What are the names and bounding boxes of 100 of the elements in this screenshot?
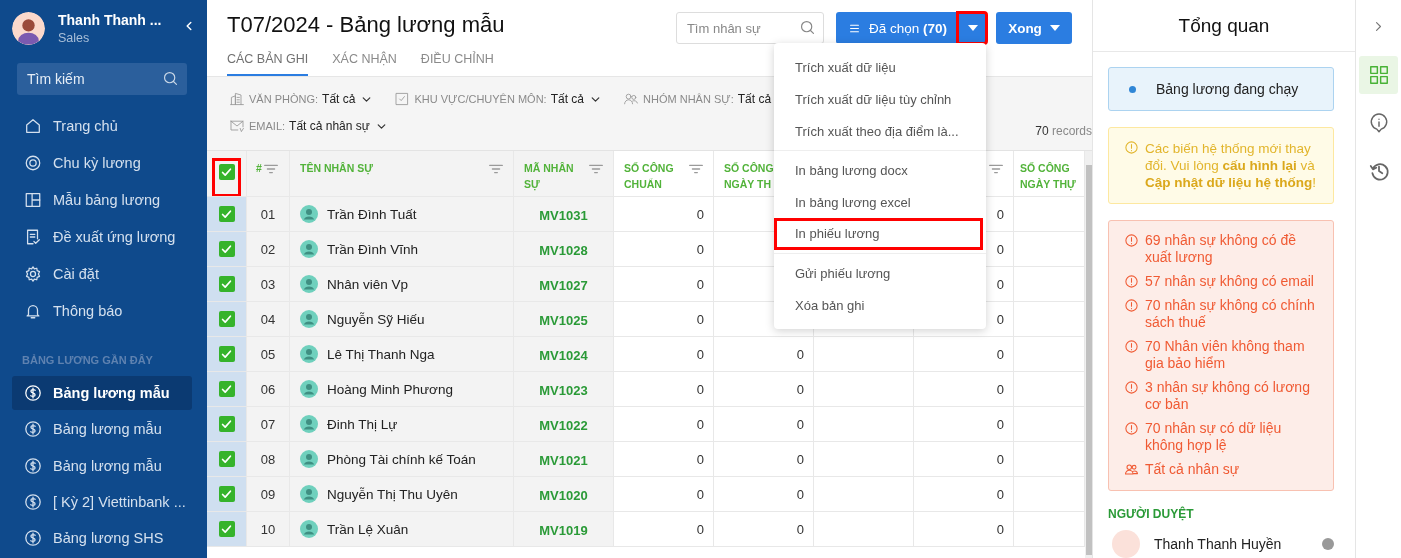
tab[interactable]: ĐIỀU CHỈNH bbox=[420, 48, 494, 76]
table-cell: 0 bbox=[996, 311, 1004, 327]
row-number: 06 bbox=[260, 381, 276, 397]
row-checkbox[interactable] bbox=[218, 486, 235, 502]
table-cell: 0 bbox=[996, 346, 1004, 362]
recent-payroll-item[interactable]: Bảng lương mẫu bbox=[12, 412, 192, 446]
employee-name: Trần Đình Vĩnh bbox=[327, 241, 419, 257]
row-checkbox[interactable] bbox=[218, 311, 235, 327]
dropdown-toggle-button[interactable] bbox=[957, 12, 987, 44]
check-icon bbox=[220, 165, 233, 179]
select-all-checkbox[interactable] bbox=[218, 164, 235, 180]
table-cell: 0 bbox=[996, 416, 1004, 432]
issue-text: 70 nhân sự không có chính sách thuế bbox=[1145, 297, 1316, 331]
dollar-icon bbox=[24, 492, 42, 511]
recent-payroll-item[interactable]: [ Kỳ 2] Viettinbank ... bbox=[12, 485, 192, 519]
check-icon bbox=[220, 382, 233, 396]
dollar-icon bbox=[24, 420, 42, 439]
nav-item[interactable]: Chu kỳ lương bbox=[0, 144, 207, 182]
menu-item[interactable]: Trích xuất dữ liệu bbox=[774, 51, 984, 83]
employee-search-field[interactable]: Tìm nhân sự bbox=[675, 12, 824, 44]
table-cell: 0 bbox=[696, 241, 704, 257]
nav-item[interactable]: Thông báo bbox=[0, 292, 207, 330]
table-cell: 0 bbox=[996, 451, 1004, 467]
row-number: 02 bbox=[260, 241, 276, 257]
employee-code: MV1031 bbox=[539, 208, 588, 223]
search-icon bbox=[798, 19, 816, 36]
nav-item[interactable]: Cài đặt bbox=[0, 255, 207, 293]
caret-icon bbox=[1049, 25, 1060, 31]
check-icon bbox=[220, 417, 233, 431]
row-checkbox[interactable] bbox=[218, 346, 235, 362]
menu-item[interactable]: Xóa bản ghi bbox=[774, 289, 984, 321]
row-number: 04 bbox=[260, 311, 276, 327]
menu-item[interactable]: In bảng lương excel bbox=[774, 186, 984, 218]
recent-payroll-item[interactable]: Bảng lương SHS bbox=[12, 521, 192, 555]
tab[interactable]: XÁC NHẬN bbox=[332, 48, 397, 76]
filter-dropdown[interactable]: NHÓM NHÂN SỰ: Tất cả bbox=[623, 87, 774, 111]
menu-item[interactable]: Gửi phiếu lương bbox=[774, 257, 984, 289]
status-dot bbox=[1322, 538, 1334, 550]
alert-icon bbox=[1124, 421, 1139, 436]
table-cell: 0 bbox=[696, 206, 704, 222]
filter-dropdown[interactable]: VĂN PHÒNG: Tất cả bbox=[229, 87, 373, 111]
row-number: 10 bbox=[260, 521, 276, 537]
alert-icon bbox=[1124, 298, 1139, 313]
side-tab[interactable] bbox=[1359, 56, 1398, 94]
nav-item[interactable]: Trang chủ bbox=[0, 107, 207, 145]
person-avatar-icon bbox=[300, 310, 318, 328]
target-icon bbox=[24, 153, 42, 172]
issue-text: Tất cả nhân sự bbox=[1145, 461, 1240, 478]
table-cell: 0 bbox=[796, 416, 804, 432]
filter-dropdown[interactable]: EMAIL: Tất cả nhân sự bbox=[229, 114, 387, 138]
table-cell: 0 bbox=[996, 241, 1004, 257]
row-checkbox[interactable] bbox=[218, 416, 235, 432]
check-icon bbox=[220, 452, 233, 466]
alert-icon bbox=[1124, 233, 1139, 248]
menu-item[interactable]: In phiếu lương bbox=[774, 218, 983, 250]
check-icon bbox=[220, 347, 233, 361]
people-icon bbox=[1124, 462, 1139, 477]
done-button[interactable]: Xong bbox=[996, 12, 1072, 44]
row-checkbox[interactable] bbox=[218, 381, 235, 397]
sidebar-search-field[interactable]: Tìm kiếm bbox=[17, 63, 187, 96]
table-cell: 0 bbox=[696, 486, 704, 502]
filter-dropdown[interactable]: KHU VỰC/CHUYÊN MÔN: Tất cả bbox=[394, 87, 602, 111]
table-cell: 0 bbox=[696, 521, 704, 537]
row-checkbox[interactable] bbox=[218, 206, 235, 222]
user-role: Sales bbox=[58, 31, 91, 46]
row-checkbox[interactable] bbox=[218, 521, 235, 537]
menu-item[interactable]: Trích xuất dữ liệu tùy chỉnh bbox=[774, 83, 984, 115]
grid-icon bbox=[1367, 64, 1390, 86]
row-number: 09 bbox=[260, 486, 276, 502]
nav-item[interactable]: Mẫu bảng lương bbox=[0, 181, 207, 219]
column-header: # bbox=[256, 161, 262, 176]
row-checkbox[interactable] bbox=[218, 241, 235, 257]
person-avatar-icon bbox=[300, 345, 318, 363]
table-cell: 0 bbox=[996, 486, 1004, 502]
row-number: 07 bbox=[260, 416, 276, 432]
recent-payroll-item[interactable]: Bảng lương mẫu bbox=[12, 449, 192, 483]
row-checkbox[interactable] bbox=[218, 276, 235, 292]
panel-title: Tổng quan bbox=[1178, 14, 1270, 37]
nav-item[interactable]: Đề xuất ứng lương bbox=[0, 218, 207, 256]
person-avatar-icon bbox=[300, 240, 318, 258]
employee-name: Nhân viên Vp bbox=[327, 276, 409, 292]
settings-icon bbox=[24, 264, 42, 283]
selected-button[interactable]: Đã chọn (70) bbox=[835, 12, 957, 44]
table-cell: 0 bbox=[696, 311, 704, 327]
employee-code: MV1021 bbox=[539, 453, 588, 468]
menu-item[interactable]: In bảng lương docx bbox=[774, 154, 984, 186]
row-number: 03 bbox=[260, 276, 276, 292]
alert-icon bbox=[1124, 274, 1139, 289]
mail-icon bbox=[229, 118, 245, 134]
issue-text: 69 nhân sự không có đề xuất lương bbox=[1145, 232, 1298, 266]
person-avatar-icon bbox=[300, 450, 318, 468]
recent-payroll-item[interactable]: Bảng lương mẫu bbox=[12, 376, 192, 410]
row-checkbox[interactable] bbox=[218, 451, 235, 467]
building-icon bbox=[229, 91, 245, 107]
menu-item[interactable]: Trích xuất theo địa điểm là... bbox=[774, 115, 984, 147]
employee-name: Nguyễn Thị Thu Uyên bbox=[327, 486, 458, 502]
table-cell: 0 bbox=[996, 276, 1004, 292]
person-avatar-icon bbox=[300, 275, 318, 293]
table-cell: 0 bbox=[996, 381, 1004, 397]
employee-code: MV1020 bbox=[539, 488, 588, 503]
